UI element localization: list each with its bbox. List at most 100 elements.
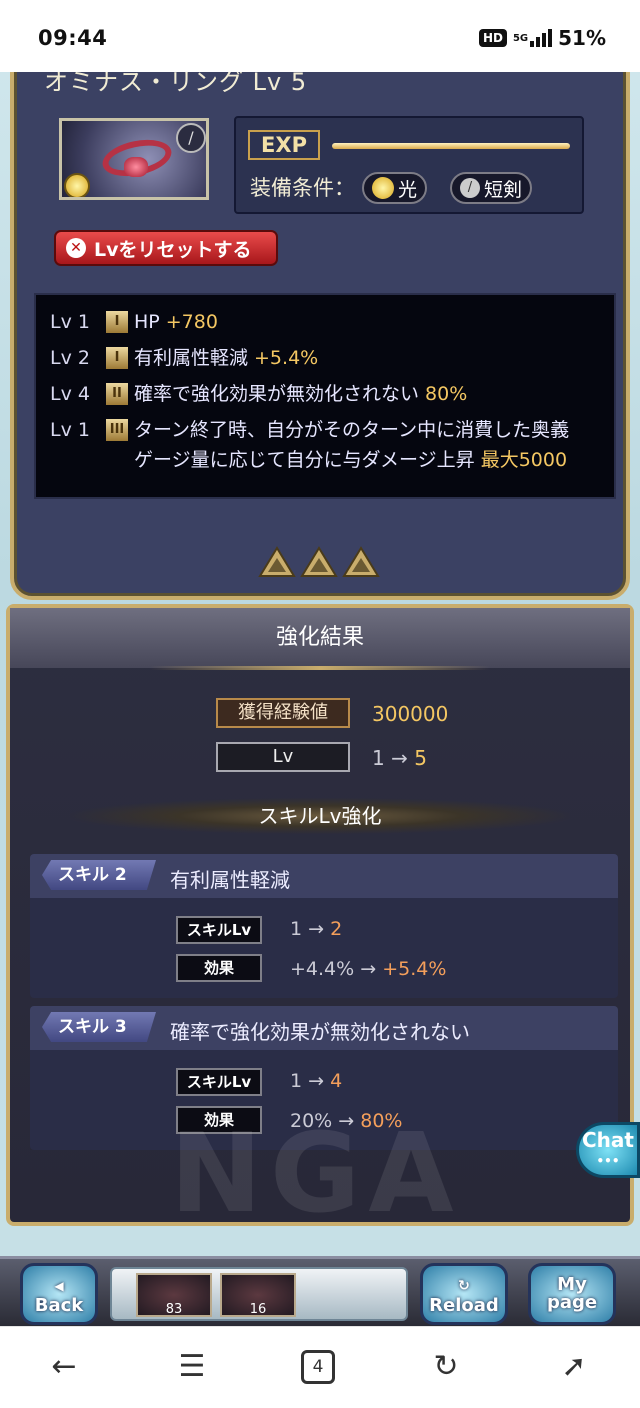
exp-gained-label: 獲得経験値 (216, 698, 350, 728)
weapon-skill-list: Lv 1 I HP +780 Lv 2 I 有利属性軽減 +5.4% Lv 4 … (34, 293, 616, 499)
arrow-icon: → (308, 918, 325, 940)
weapon-type-text: 短剣 (484, 178, 523, 201)
skill-card: スキル 2 有利属性軽減 スキルLv 1 → 2 効果 +4.4% → +5.4… (30, 854, 618, 998)
item-shortcut-bar: 83 16 (110, 1267, 408, 1321)
close-icon: ✕ (66, 238, 86, 258)
reload-label: Reload (429, 1295, 499, 1316)
status-time: 09:44 (38, 26, 108, 50)
weapon-thumbnail[interactable]: / (59, 118, 209, 200)
triangle-ornament (258, 546, 296, 577)
back-arrow-icon[interactable]: ← (42, 1345, 86, 1389)
rocket-icon[interactable]: ➚ (552, 1345, 596, 1389)
skill-level-to: 4 (330, 1070, 343, 1092)
game-bottom-bar: ◀ Back 83 16 ↻ Reload My page (0, 1256, 640, 1326)
skill-value: 80% (425, 383, 468, 405)
skill-level: Lv 4 (50, 383, 90, 405)
triangle-ornament (342, 546, 380, 577)
item-slot[interactable]: 83 (136, 1273, 212, 1317)
result-header: 強化結果 (10, 608, 630, 668)
mypage-label: My page (546, 1274, 598, 1313)
skill-level-from: 1 (290, 1070, 303, 1092)
skill-rank: III (106, 419, 128, 441)
level-change: 1 → 5 (372, 746, 427, 770)
skill-level: Lv 1 (50, 419, 90, 441)
arrow-icon: → (308, 1070, 325, 1092)
menu-icon[interactable]: ☰ (170, 1345, 214, 1389)
skill-row: Lv 1 I HP +780 (50, 307, 218, 337)
tabs-count: 4 (301, 1350, 335, 1384)
status-right: HD 5G 51% (478, 26, 606, 50)
skill-level-from: 1 (290, 918, 303, 940)
dagger-icon: / (176, 123, 206, 153)
skill-level-change: 1 → 2 (290, 918, 342, 940)
weapon-type-chip: / 短剣 (450, 172, 533, 204)
skill-tag: スキル 2 (42, 860, 156, 890)
exp-label: EXP (248, 130, 320, 160)
refresh-icon[interactable]: ↻ (424, 1345, 468, 1389)
exp-gained-value: 300000 (372, 702, 449, 726)
skill-row: Lv 2 I 有利属性軽減 +5.4% (50, 343, 318, 373)
header-divider (150, 666, 490, 670)
reload-button[interactable]: ↻ Reload (420, 1263, 508, 1325)
effect-change: +4.4% → +5.4% (290, 958, 446, 980)
skill-name: 確率で強化効果が無効化されない (170, 1020, 470, 1044)
skill-rank: I (106, 311, 128, 333)
tabs-button[interactable]: 4 (296, 1345, 340, 1389)
skill-level-label: スキルLv (176, 916, 262, 944)
skill-level-change: 1 → 4 (290, 1070, 342, 1092)
reset-level-label: Lvをリセットする (94, 238, 252, 261)
nga-watermark: NGA (170, 1109, 462, 1237)
dagger-icon: / (460, 178, 480, 198)
exp-bar (332, 143, 570, 149)
back-arrow-icon: ◀ (54, 1279, 64, 1293)
effect-to: +5.4% (382, 958, 447, 980)
skill-name: 有利属性軽減 (170, 868, 290, 892)
chat-button[interactable]: Chat ••• (576, 1122, 640, 1178)
skill-tag: スキル 3 (42, 1012, 156, 1042)
gem-image (124, 157, 148, 177)
effect-label: 効果 (176, 954, 262, 982)
status-bar: 09:44 HD 5G 51% (0, 0, 640, 72)
game-viewport: オミナス・リング Lv 5 / EXP 装備条件： 光 / 短剣 ✕ Lvをリセ… (0, 72, 640, 1326)
arrow-icon: → (391, 746, 408, 770)
level-to: 5 (414, 746, 427, 770)
ellipsis-icon: ••• (596, 1154, 620, 1168)
level-label: Lv (216, 742, 350, 772)
skill-text: HP (134, 311, 160, 333)
skill-text: 有利属性軽減 (134, 347, 249, 369)
item-count: 16 (249, 1302, 267, 1317)
light-icon (372, 177, 394, 199)
browser-nav-bar: ← ☰ 4 ↻ ➚ (0, 1326, 640, 1408)
level-from: 1 (372, 746, 385, 770)
hd-badge: HD (478, 29, 507, 47)
skill-level-to: 2 (330, 918, 343, 940)
skill-level-header: スキルLv強化 (70, 798, 570, 834)
skill-value: +5.4% (254, 347, 319, 369)
item-count: 83 (165, 1302, 183, 1317)
weapon-panel: オミナス・リング Lv 5 / EXP 装備条件： 光 / 短剣 ✕ Lvをリセ… (10, 72, 630, 600)
exp-box: EXP 装備条件： 光 / 短剣 (234, 116, 584, 214)
effect-from: +4.4% (290, 958, 355, 980)
back-label: Back (34, 1295, 84, 1316)
skill-card-header: スキル 2 有利属性軽減 (30, 854, 618, 898)
skill-rank: II (106, 383, 128, 405)
skill-text: 確率で強化効果が無効化されない (134, 383, 420, 405)
item-slot[interactable]: 16 (220, 1273, 296, 1317)
equip-label: 装備条件： (250, 176, 355, 200)
skill-card-header: スキル 3 確率で強化効果が無効化されない (30, 1006, 618, 1050)
skill-row: Lv 1 III ターン終了時、自分がそのターン中に消費した奥義ゲージ量に応じて… (50, 415, 610, 475)
back-button[interactable]: ◀ Back (20, 1263, 98, 1325)
reload-icon: ↻ (458, 1278, 470, 1294)
arrow-icon: → (360, 958, 377, 980)
battery-level: 51% (558, 26, 606, 50)
reset-level-button[interactable]: ✕ Lvをリセットする (54, 230, 278, 266)
mypage-button[interactable]: My page (528, 1263, 616, 1325)
triangle-ornament (300, 546, 338, 577)
skill-level: Lv 1 (50, 311, 90, 333)
network-icon: 5G (512, 32, 529, 44)
skill-level: Lv 2 (50, 347, 90, 369)
element-text: 光 (398, 178, 418, 201)
skill-value: +780 (165, 311, 218, 333)
skill-value: 最大5000 (480, 449, 568, 471)
skill-level-label: スキルLv (176, 1068, 262, 1096)
